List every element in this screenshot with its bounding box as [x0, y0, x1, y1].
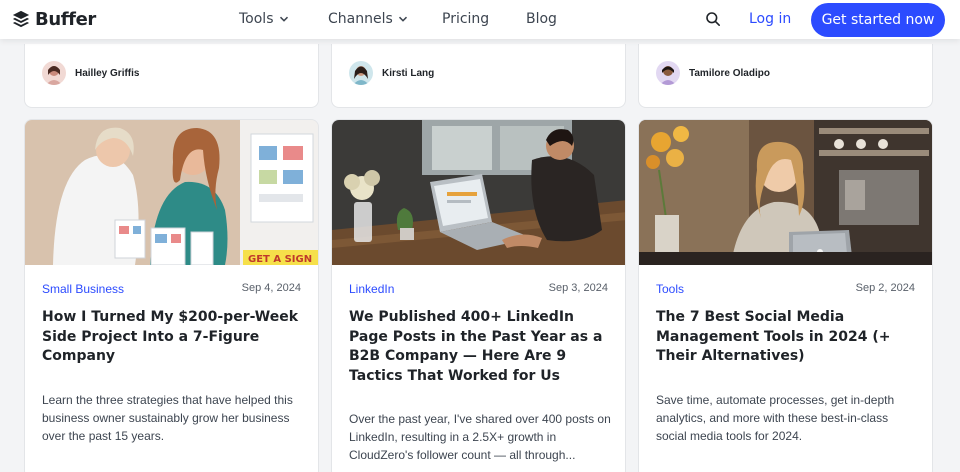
login-link[interactable]: Log in — [749, 11, 791, 27]
buffer-logo-icon — [12, 10, 30, 28]
post-card[interactable]: LinkedIn Sep 3, 2024 We Published 400+ L… — [331, 119, 626, 472]
author-byline: Kirsti Lang — [349, 61, 434, 85]
thumbnail-caption: GET A SIGN — [248, 254, 312, 265]
chevron-down-icon — [398, 16, 407, 22]
post-category-link[interactable]: Tools — [656, 282, 684, 296]
nav-item-pricing[interactable]: Pricing — [442, 11, 489, 27]
post-excerpt: Save time, automate processes, get in-de… — [656, 393, 895, 443]
nav-item-label: Tools — [239, 11, 274, 27]
author-name: Tamilore Oladipo — [689, 67, 770, 79]
author-name: Kirsti Lang — [382, 67, 435, 79]
avatar — [349, 61, 373, 85]
post-card-previous[interactable]: Kirsti Lang — [331, 44, 626, 108]
post-date: Sep 3, 2024 — [548, 282, 608, 294]
post-date: Sep 4, 2024 — [241, 282, 301, 294]
post-card[interactable]: Tools Sep 2, 2024 The 7 Best Social Medi… — [638, 119, 933, 472]
brand-name: Buffer — [35, 8, 96, 30]
post-title[interactable]: We Published 400+ LinkedIn Page Posts in… — [349, 308, 611, 386]
get-started-button[interactable]: Get started now — [811, 3, 945, 37]
top-navigation: Buffer Tools Channels Pricing Blog Log i… — [0, 0, 960, 39]
post-card[interactable]: GET A SIGN Small Business Sep 4, 2024 Ho… — [24, 119, 319, 472]
avatar — [656, 61, 680, 85]
post-card-previous[interactable]: Hailley Griffis — [24, 44, 319, 108]
post-excerpt: Over the past year, I've shared over 400… — [349, 412, 611, 462]
nav-item-channels[interactable]: Channels — [328, 11, 408, 27]
nav-item-label: Pricing — [442, 11, 490, 27]
post-category-link[interactable]: LinkedIn — [349, 282, 394, 296]
buffer-logo[interactable]: Buffer — [12, 8, 96, 30]
author-byline: Tamilore Oladipo — [656, 61, 770, 85]
post-thumbnail — [332, 120, 625, 265]
chevron-down-icon — [279, 16, 288, 22]
post-excerpt: Learn the three strategies that have hel… — [42, 393, 293, 443]
nav-item-tools[interactable]: Tools — [239, 11, 289, 27]
post-title[interactable]: How I Turned My $200-per-Week Side Proje… — [42, 308, 304, 367]
post-thumbnail: GET A SIGN — [25, 120, 318, 265]
post-title[interactable]: The 7 Best Social Media Management Tools… — [656, 308, 918, 367]
post-thumbnail — [639, 120, 932, 265]
post-category-link[interactable]: Small Business — [42, 282, 124, 296]
avatar — [42, 61, 66, 85]
nav-item-blog[interactable]: Blog — [526, 11, 557, 27]
nav-item-label: Channels — [328, 11, 393, 27]
author-byline: Hailley Griffis — [42, 61, 139, 85]
author-name: Hailley Griffis — [75, 67, 140, 79]
nav-item-label: Blog — [526, 11, 557, 27]
post-card-previous[interactable]: Tamilore Oladipo — [638, 44, 933, 108]
search-icon[interactable] — [705, 11, 721, 27]
post-date: Sep 2, 2024 — [855, 282, 915, 294]
